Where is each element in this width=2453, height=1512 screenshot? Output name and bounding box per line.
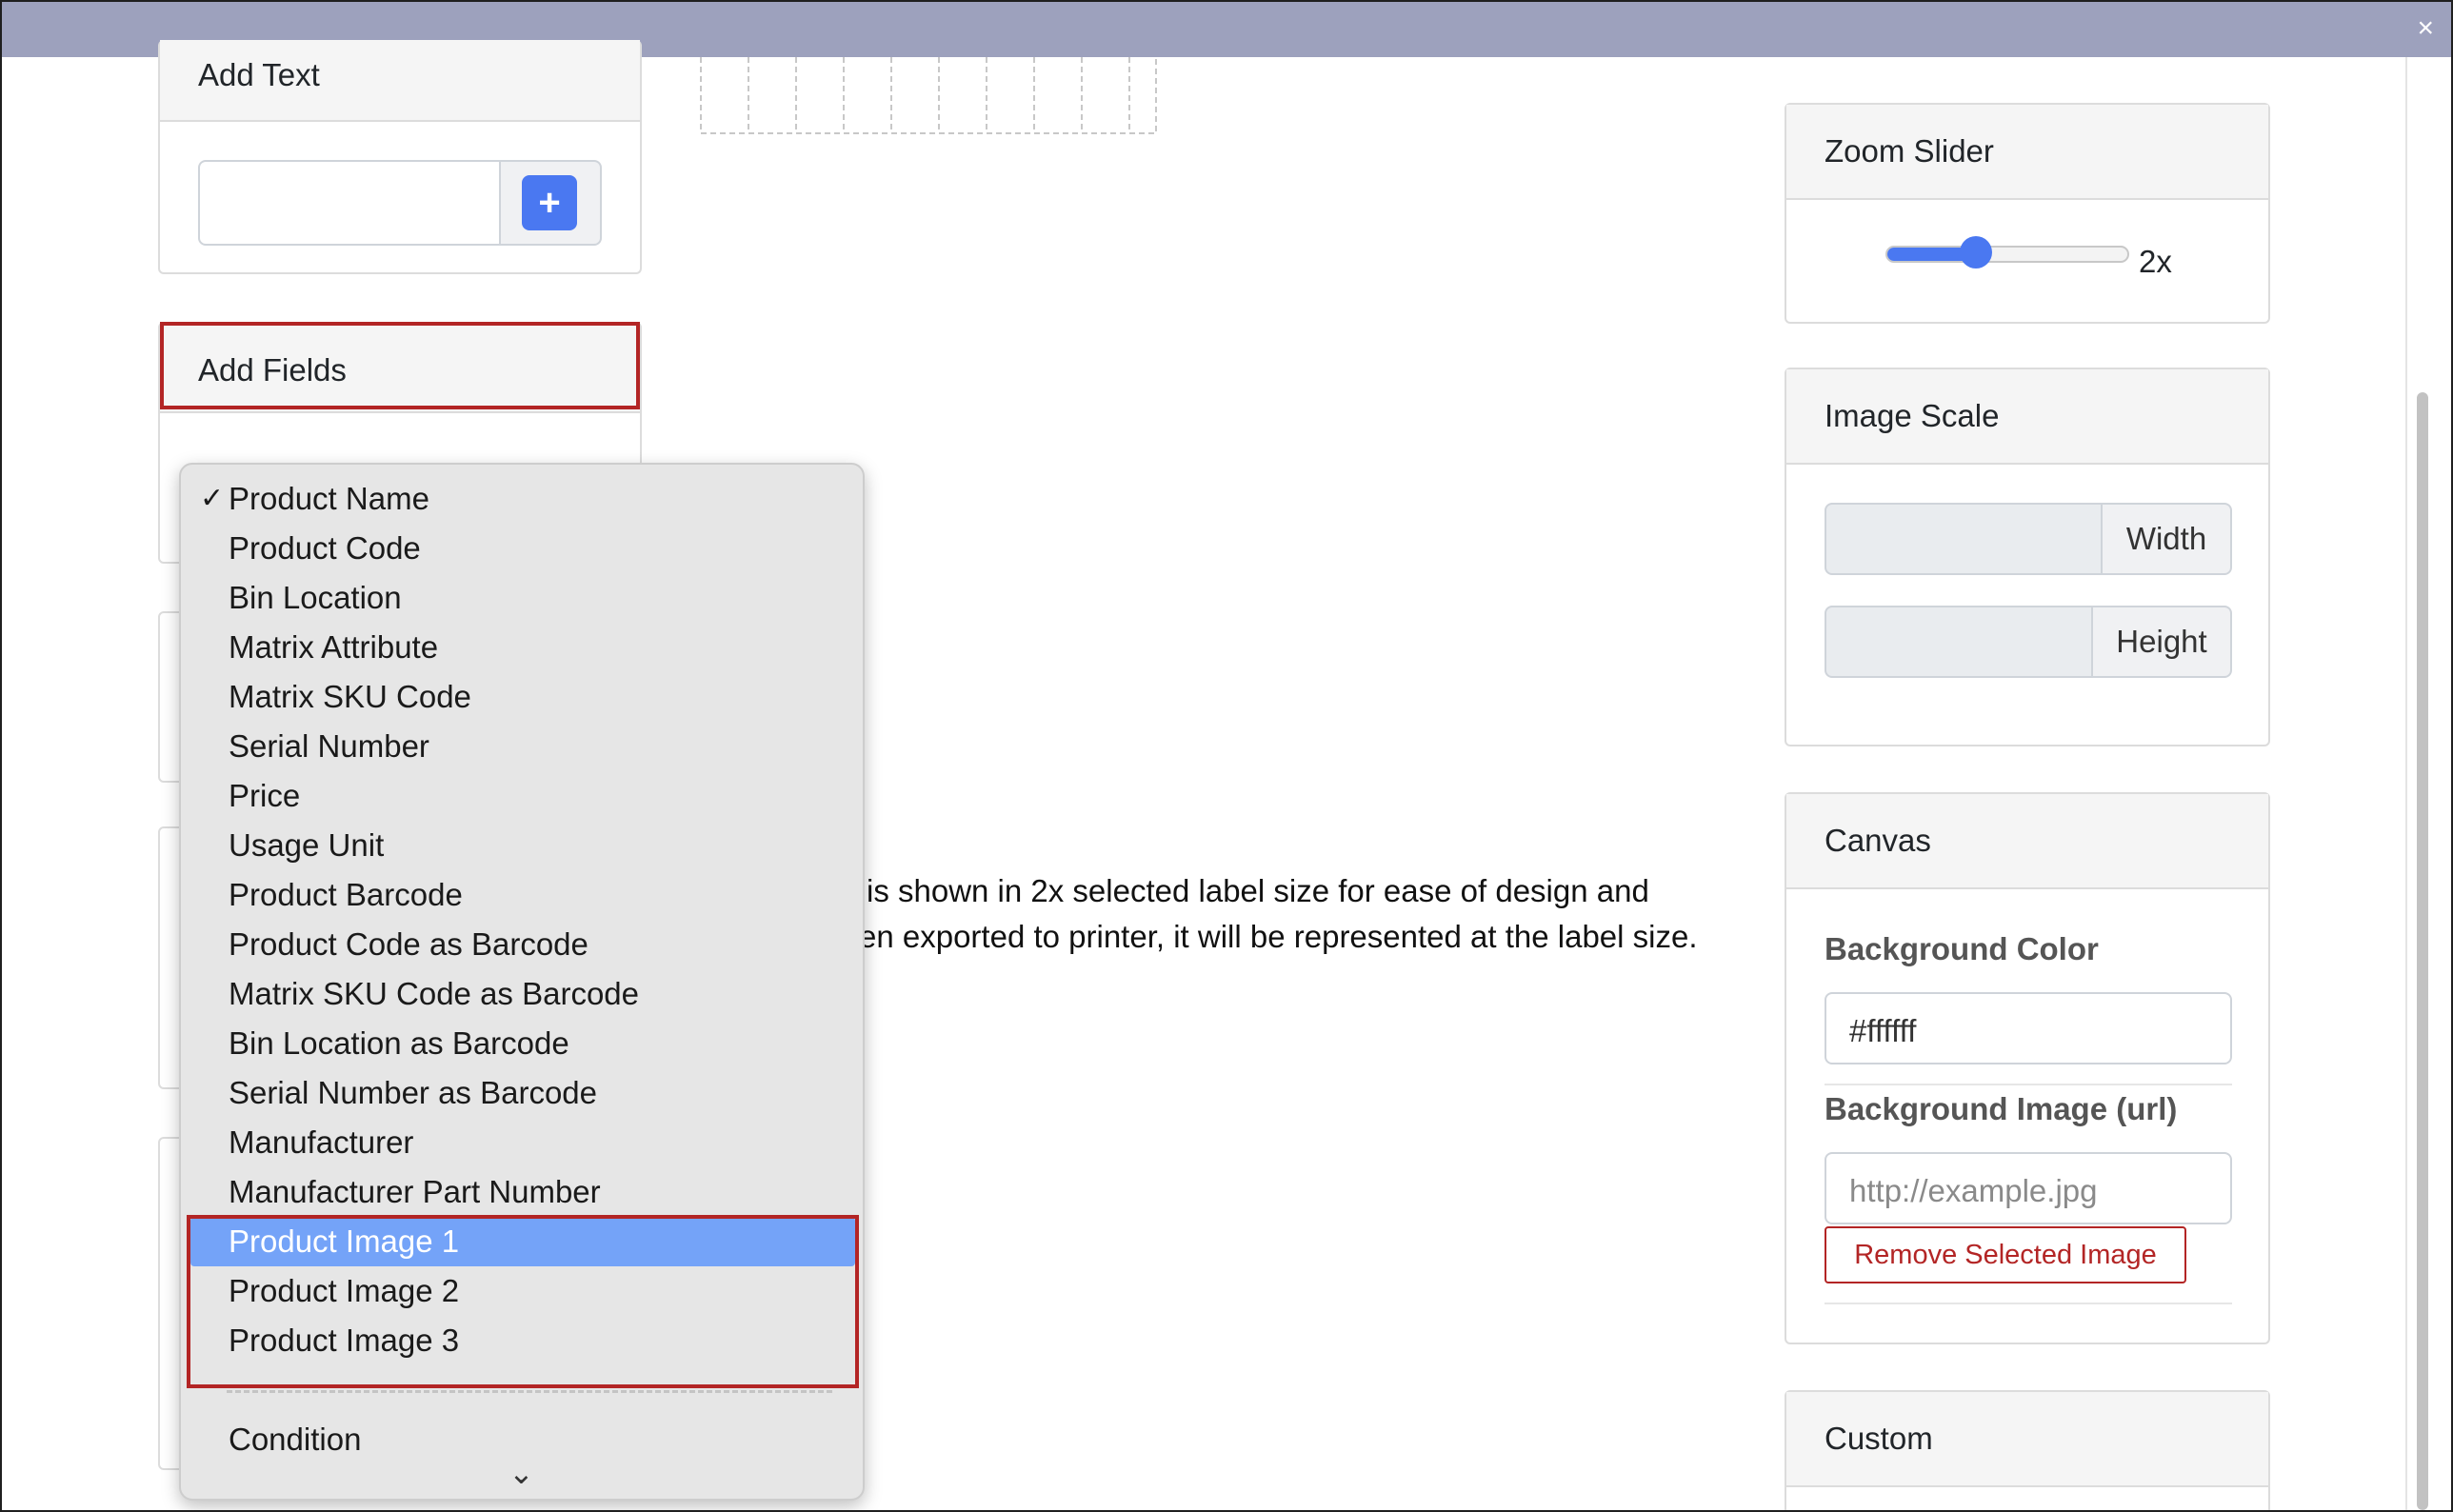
close-icon[interactable]: × [2417, 11, 2434, 46]
dropdown-item-label: Manufacturer [229, 1124, 414, 1160]
dropdown-item-label: Product Image 3 [229, 1323, 460, 1358]
dropdown-item-label: Product Code as Barcode [229, 926, 588, 962]
add-text-header: Add Text [160, 40, 640, 122]
canvas-divider-2 [1825, 1303, 2232, 1304]
width-input[interactable] [1825, 503, 2103, 575]
dropdown-item[interactable]: Product Image 1 [190, 1217, 855, 1266]
dropdown-item[interactable]: Matrix SKU Code [181, 672, 861, 722]
dropdown-item-label: Matrix SKU Code as Barcode [229, 976, 640, 1011]
add-text-button-wrap: + [499, 160, 602, 246]
dropdown-item[interactable]: Usage Unit [181, 821, 861, 870]
zoom-slider-track[interactable] [1885, 236, 2129, 269]
dropdown-item[interactable]: Manufacturer [181, 1118, 861, 1167]
remove-selected-image-button[interactable]: Remove Selected Image [1825, 1226, 2186, 1283]
canvas-divider-1 [1825, 1084, 2232, 1085]
image-scale-card: Image Scale Width Height [1785, 368, 2270, 746]
zoom-slider-card: Zoom Slider 2x [1785, 103, 2270, 324]
dropdown-item[interactable]: Price [181, 771, 861, 821]
dropdown-item[interactable]: Product Image 3 [181, 1316, 861, 1365]
zoom-slider-header: Zoom Slider [1786, 105, 2268, 200]
zoom-slider-handle[interactable] [1960, 236, 1992, 269]
dropdown-item-label: Bin Location as Barcode [229, 1025, 569, 1061]
dropdown-item-label: Serial Number as Barcode [229, 1075, 598, 1110]
add-text-title: Add Text [198, 57, 320, 92]
label-preview-grid [700, 57, 1157, 134]
background-image-input[interactable]: http://example.jpg [1825, 1152, 2232, 1224]
dropdown-separator [227, 1390, 832, 1393]
canvas-card: Canvas Background Color #ffffff Backgrou… [1785, 792, 2270, 1344]
dropdown-item-label: Matrix Attribute [229, 629, 439, 665]
dropdown-item-label: Usage Unit [229, 827, 385, 863]
custom-header: Custom [1786, 1392, 2268, 1487]
dropdown-item-label: Product Image 1 [229, 1224, 460, 1259]
custom-card: Custom [1785, 1390, 2270, 1510]
add-text-button[interactable]: + [522, 175, 577, 230]
dropdown-item[interactable]: Matrix Attribute [181, 623, 861, 672]
plus-icon: + [538, 182, 561, 224]
background-color-label: Background Color [1825, 931, 2099, 966]
dropdown-item[interactable]: Product Barcode [181, 870, 861, 920]
dropdown-item-label: Product Code [229, 530, 421, 566]
background-color-input[interactable]: #ffffff [1825, 992, 2232, 1064]
width-addon: Width [2101, 503, 2232, 575]
custom-title: Custom [1825, 1421, 1933, 1456]
dropdown-item-label: Bin Location [229, 580, 402, 615]
add-fields-header: Add Fields [160, 324, 640, 413]
background-image-placeholder: http://example.jpg [1849, 1173, 2098, 1208]
info-text-line-1: is shown in 2x selected label size for e… [867, 873, 1649, 908]
zoom-slider-title: Zoom Slider [1825, 133, 1994, 169]
chevron-down-icon[interactable]: ⌄ [509, 1455, 534, 1491]
scrollbar-thumb[interactable] [2417, 392, 2428, 1510]
app-window: × Add Text + Add Fields is shown in 2x s… [0, 0, 2453, 1512]
background-color-value: #ffffff [1849, 1013, 1917, 1048]
canvas-header: Canvas [1786, 794, 2268, 889]
height-input[interactable] [1825, 606, 2093, 678]
dropdown-item-label: Manufacturer Part Number [229, 1174, 601, 1209]
background-image-label: Background Image (url) [1825, 1091, 2178, 1126]
dropdown-item-label: Price [229, 778, 301, 813]
dropdown-item-label: Serial Number [229, 728, 429, 764]
image-scale-title: Image Scale [1825, 398, 2000, 433]
fields-dropdown-menu: ✓ Product Name Product Code Bin Location Mat… [179, 463, 865, 1501]
checkmark-icon: ✓ [200, 483, 225, 514]
remove-selected-image-label: Remove Selected Image [1854, 1240, 2157, 1270]
dropdown-item-label: Product Name [229, 481, 429, 516]
dropdown-item[interactable]: Product Code as Barcode [181, 920, 861, 969]
dropdown-item[interactable]: Product Image 2 [181, 1266, 861, 1316]
add-fields-title: Add Fields [198, 352, 347, 388]
add-text-input[interactable] [198, 160, 503, 246]
dropdown-item-label: Product Barcode [229, 877, 463, 912]
dropdown-item[interactable]: Matrix SKU Code as Barcode [181, 969, 861, 1019]
dropdown-item[interactable]: Manufacturer Part Number [181, 1167, 861, 1217]
dropdown-item[interactable]: Serial Number [181, 722, 861, 771]
dropdown-item-label: Matrix SKU Code [229, 679, 471, 714]
zoom-value: 2x [2139, 244, 2172, 279]
canvas-title: Canvas [1825, 823, 1931, 858]
image-scale-header: Image Scale [1786, 369, 2268, 465]
dropdown-item[interactable]: Product Code [181, 524, 861, 573]
info-text-line-2: en exported to printer, it will be repre… [859, 919, 1698, 954]
dropdown-item[interactable]: ✓ Product Name [181, 474, 861, 524]
add-text-card: Add Text + [158, 40, 642, 274]
dropdown-item-label: Product Image 2 [229, 1273, 460, 1308]
dropdown-item[interactable]: Serial Number as Barcode [181, 1068, 861, 1118]
scrollbar-track[interactable] [2405, 57, 2451, 1510]
height-addon: Height [2091, 606, 2232, 678]
dropdown-item[interactable]: Bin Location [181, 573, 861, 623]
dropdown-item[interactable]: Bin Location as Barcode [181, 1019, 861, 1068]
